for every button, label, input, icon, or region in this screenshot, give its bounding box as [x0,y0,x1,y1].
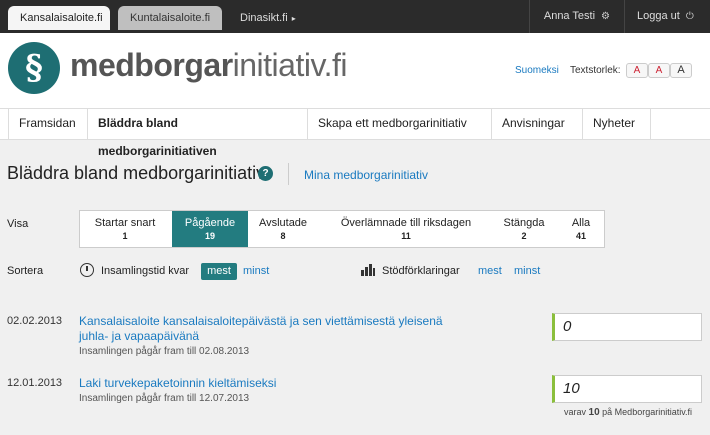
bar-chart-icon [361,264,375,276]
dinasikt-label: Dinasikt.fi [240,12,288,24]
page-title: Bläddra bland medborgarinitiativ [7,163,266,183]
nav-item-home[interactable]: Framsidan [8,109,88,139]
filter-label-text: Startar snart [94,217,156,229]
sort-support-least-link[interactable]: minst [514,265,540,277]
top-bar: Kansalaisaloite.fi Kuntalaisaloite.fi Di… [0,0,710,33]
support-breakdown-note: varav 10 på Medborgarinitiativ.fi [564,407,692,418]
textsize-small-button[interactable]: A [626,63,648,78]
filter-count: 2 [521,231,527,241]
status-filter-bar: Startar snart 1 Pågående 19 Avslutade 8 Öve… [79,210,605,248]
filter-label-text: Avslutade [258,217,308,229]
dinasikt-link[interactable]: Dinasikt.fi ▸ [230,6,306,30]
filter-starting-soon[interactable]: Startar snart 1 [80,211,170,247]
support-count-box: 0 [552,313,702,341]
main-nav: Framsidan Bläddra bland medborgarinitiat… [0,108,710,158]
filter-count: 41 [575,231,586,241]
note-value: 10 [588,407,600,418]
tab-kuntalaisaloite[interactable]: Kuntalaisaloite.fi [118,6,222,30]
logo-icon[interactable]: § [8,42,60,94]
initiative-date: 02.02.2013 [7,315,63,327]
note-prefix: varav [564,407,587,417]
filter-ongoing[interactable]: Pågående 19 [172,211,248,247]
support-count-box: 10 [552,375,702,403]
initiative-subtitle: Insamlingen pågår fram till 02.08.2013 [79,346,250,357]
sort-support-most-link[interactable]: mest [478,265,502,277]
title-divider [288,163,289,185]
filter-count: 11 [401,231,411,241]
logo-text[interactable]: medborgarinitiativ.fi [70,47,347,84]
my-initiatives-link[interactable]: Mina medborgarinitiativ [304,168,428,182]
initiative-title-link[interactable]: Laki turvekepaketoinnin kieltämiseksi [79,376,459,391]
initiative-date: 12.01.2013 [7,377,63,389]
sort-time-most-button[interactable]: mest [201,263,237,280]
help-icon[interactable]: ? [258,166,273,181]
nav-item-create[interactable]: Skapa ett medborgarinitiativ [308,109,492,139]
nav-item-instructions[interactable]: Anvisningar [492,109,583,139]
initiative-subtitle: Insamlingen pågår fram till 12.07.2013 [79,393,250,404]
filter-closed[interactable]: Stängda 2 [494,211,554,247]
filter-ended[interactable]: Avslutade 8 [248,211,318,247]
filter-label: Visa [7,218,29,230]
textsize-medium-button[interactable]: A [648,63,670,78]
initiative-title-link[interactable]: Kansalaisaloite kansalaisaloitepäivästä … [79,314,459,344]
nav-item-browse[interactable]: Bläddra bland medborgarinitiativen [88,109,308,158]
sort-time-least-link[interactable]: minst [243,265,269,277]
note-suffix: på Medborgarinitiativ.fi [602,407,693,417]
tab-kansalaisaloite[interactable]: Kansalaisaloite.fi [8,6,110,30]
filter-all[interactable]: Alla 41 [558,211,604,247]
textsize-large-button[interactable]: A [670,63,692,78]
logo-bold: medborgar [70,47,233,83]
logo-light: initiativ.fi [232,47,348,83]
textsize-label: Textstorlek: [570,65,621,76]
sort-support-label: Stödförklaringar [382,265,460,277]
user-name: Anna Testi [543,10,596,22]
filter-count: 1 [122,231,128,241]
site-header: § medborgarinitiativ.fi Suomeksi Textsto… [0,33,710,108]
language-link[interactable]: Suomeksi [515,65,559,76]
user-menu[interactable]: Anna Testi ⚙ [528,0,624,33]
sort-time-label: Insamlingstid kvar [101,265,190,277]
filter-label-text: Pågående [184,217,236,229]
logout-button[interactable]: Logga ut ⏻ [624,0,710,33]
gear-icon: ⚙ [601,11,610,22]
timer-icon [80,263,94,277]
filter-label-text: Överlämnade till riksdagen [340,217,472,229]
sort-label: Sortera [7,265,44,277]
power-icon: ⏻ [685,11,694,22]
filter-label-text: Alla [571,217,591,229]
logout-label: Logga ut [637,10,680,22]
filter-label-text: Stängda [503,217,545,229]
chevron-right-icon: ▸ [291,14,296,23]
filter-submitted[interactable]: Överlämnade till riksdagen 11 [318,211,494,247]
filter-count: 19 [204,231,215,241]
nav-item-news[interactable]: Nyheter [583,109,651,139]
filter-count: 8 [280,231,286,241]
